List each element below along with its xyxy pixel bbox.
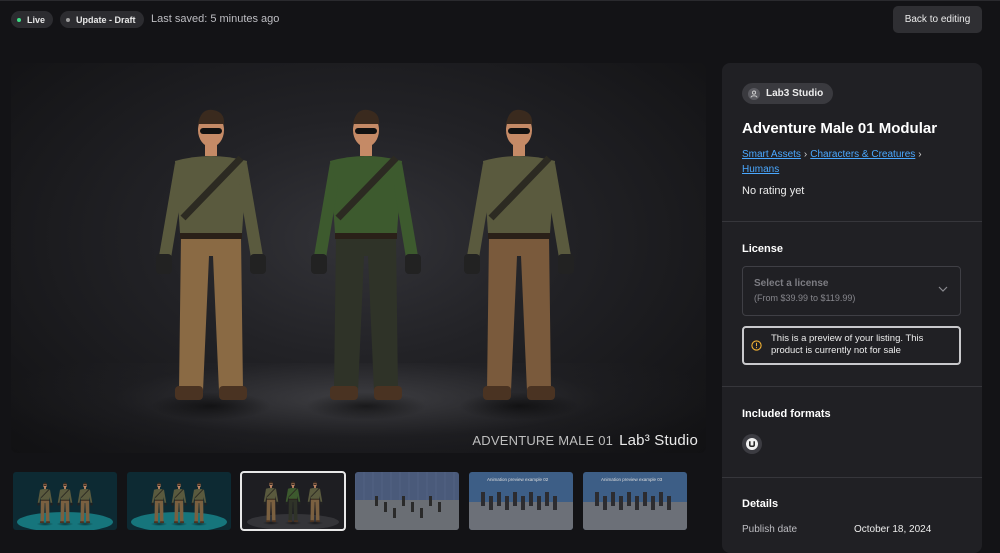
thumbnail-4[interactable] (355, 472, 459, 530)
live-dot-icon (17, 17, 21, 22)
thumbnail-2[interactable] (127, 472, 231, 530)
thumbnail-3-selected[interactable] (240, 471, 346, 531)
studio-chip[interactable]: Lab3 Studio (742, 83, 834, 104)
unreal-engine-icon (742, 434, 762, 454)
watermark-title: ADVENTURE MALE 01 (472, 433, 614, 448)
warning-icon (751, 340, 762, 351)
thumbnail-5[interactable]: Animation preview example 02 (469, 472, 573, 530)
divider (722, 477, 982, 478)
breadcrumb-characters-creatures[interactable]: Characters & Creatures (810, 149, 915, 160)
character-figure (151, 109, 271, 420)
hero-preview-image[interactable]: ADVENTURE MALE 01 Lab³ Studio (11, 63, 706, 453)
back-to-editing-button[interactable]: Back to editing (893, 6, 982, 33)
thumbnail-6[interactable]: Animation preview example 03 (583, 472, 687, 530)
product-info-panel: Lab3 Studio Adventure Male 01 Modular Sm… (722, 63, 982, 553)
watermark-brand: Lab³ Studio (619, 432, 698, 449)
formats-heading: Included formats (742, 408, 831, 420)
rating-text: No rating yet (742, 185, 805, 197)
preview-notice: This is a preview of your listing. This … (742, 326, 961, 365)
publish-date-label: Publish date (742, 524, 798, 535)
character-figure (306, 109, 426, 420)
update-status-badge: Update - Draft (60, 11, 144, 28)
chevron-down-icon (938, 286, 948, 292)
chevron-right-icon: › (918, 149, 922, 160)
license-price-range: (From $39.99 to $119.99) (754, 293, 856, 303)
breadcrumb-smart-assets[interactable]: Smart Assets (742, 149, 801, 160)
breadcrumb-humans[interactable]: Humans (742, 164, 779, 175)
license-heading: License (742, 243, 783, 255)
draft-dot-icon (66, 17, 70, 22)
thumbnail-1[interactable] (13, 472, 117, 530)
top-bar: Live Update - Draft Last saved: 5 minute… (0, 0, 1000, 38)
divider (722, 386, 982, 387)
notice-text: This is a preview of your listing. This … (771, 333, 924, 356)
chevron-right-icon: › (803, 149, 808, 160)
divider (722, 221, 982, 222)
details-heading: Details (742, 498, 779, 510)
breadcrumb: Smart Assets › Characters & Creatures › Huma… (742, 147, 967, 177)
live-label: Live (27, 14, 46, 25)
character-figures (151, 109, 579, 420)
user-avatar-icon (748, 87, 760, 100)
character-figure (459, 109, 579, 420)
license-select[interactable]: Select a license (From $39.99 to $119.99… (742, 266, 961, 316)
product-title: Adventure Male 01 Modular (742, 120, 938, 137)
update-label: Update - Draft (76, 14, 136, 25)
thumb-caption: Animation preview example 03 (601, 477, 663, 482)
live-status-badge: Live (11, 11, 54, 28)
studio-name: Lab3 Studio (766, 88, 824, 99)
watermark: ADVENTURE MALE 01 Lab³ Studio (472, 432, 698, 449)
thumb-caption: Animation preview example 02 (487, 477, 549, 482)
last-saved-text: Last saved: 5 minutes ago (151, 13, 280, 25)
license-placeholder: Select a license (754, 278, 829, 289)
publish-date-value: October 18, 2024 (854, 524, 932, 535)
thumbnail-strip: Animation preview example 02 Animation p… (13, 471, 693, 531)
